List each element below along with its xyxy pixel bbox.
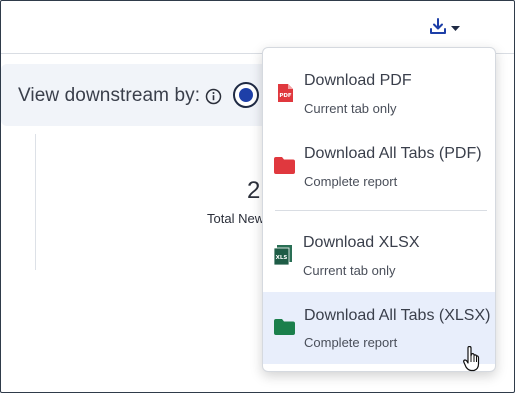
download-icon <box>429 17 447 40</box>
metric-label: Total New <box>207 211 265 226</box>
menu-item-subtitle: Current tab only <box>303 263 396 278</box>
menu-item-title: Download All Tabs (PDF) <box>304 145 482 162</box>
menu-item-download-pdf[interactable]: PDF Download PDF Current tab only <box>263 52 495 130</box>
hand-pointer-cursor-icon <box>463 345 481 377</box>
red-folder-icon <box>274 157 295 179</box>
menu-item-download-xlsx[interactable]: XLS Download XLSX Current tab only <box>263 213 495 289</box>
info-circle-icon[interactable] <box>205 88 222 110</box>
menu-item-title: Download XLSX <box>303 234 420 251</box>
menu-divider <box>275 210 487 211</box>
pdf-file-icon: PDF <box>275 83 295 108</box>
menu-item-title: Download All Tabs (XLSX) <box>304 307 491 324</box>
download-menu-button[interactable] <box>429 15 471 41</box>
panel-divider <box>35 134 36 270</box>
metric-value: 2 <box>247 177 261 204</box>
menu-item-download-all-pdf[interactable]: Download All Tabs (PDF) Complete report <box>263 130 495 208</box>
download-dropdown-menu: PDF Download PDF Current tab only Downlo… <box>262 47 496 372</box>
view-downstream-label: View downstream by: <box>18 85 201 106</box>
caret-down-icon <box>451 19 460 37</box>
menu-item-subtitle: Complete report <box>304 335 398 350</box>
menu-item-download-all-xlsx[interactable]: Download All Tabs (XLSX) Complete report <box>263 292 495 364</box>
menu-item-title: Download PDF <box>304 72 412 89</box>
menu-item-subtitle: Complete report <box>304 174 398 189</box>
app-frame: View downstream by: 2 Total New PDF Down… <box>0 0 515 393</box>
svg-text:XLS: XLS <box>276 255 288 261</box>
downstream-radio-selected[interactable] <box>233 82 259 108</box>
green-folder-icon <box>274 319 295 340</box>
menu-item-subtitle: Current tab only <box>304 101 397 116</box>
svg-text:PDF: PDF <box>279 93 292 99</box>
xls-file-icon: XLS <box>273 245 293 271</box>
